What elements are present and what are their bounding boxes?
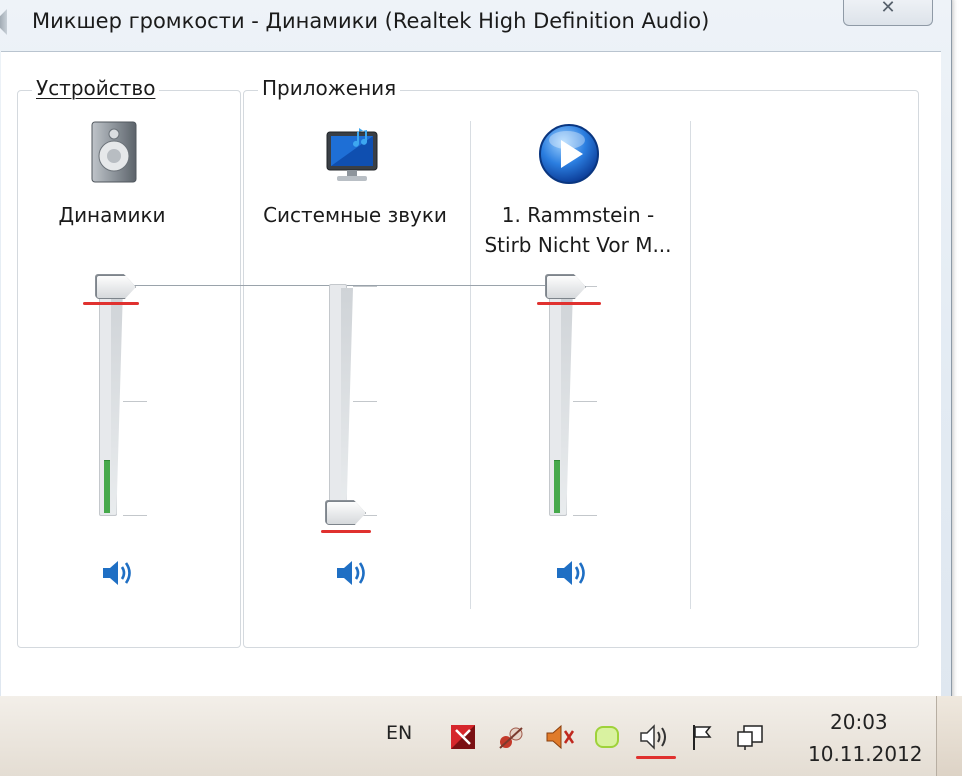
slider-track-fill: [341, 288, 353, 514]
speaker-muted-icon[interactable]: [544, 722, 576, 752]
action-center-flag-icon[interactable]: [688, 722, 718, 752]
volume-mixer-app-icon: [0, 9, 7, 35]
slider-tick: [123, 515, 147, 516]
slider-track-fill: [561, 288, 573, 514]
rammstein-mute-button[interactable]: [555, 558, 589, 588]
taskbar: EN 20:03 10.11.2012: [0, 696, 962, 776]
annotation-underline: [321, 530, 371, 533]
slider-tick: [353, 286, 377, 287]
language-indicator[interactable]: EN: [386, 722, 412, 744]
slider-tick: [123, 401, 147, 402]
window-title: Микшер громкости - Динамики (Realtek Hig…: [32, 9, 710, 33]
slider-thumb[interactable]: [546, 275, 586, 299]
volume-mixer-window: Микшер громкости - Динамики (Realtek Hig…: [0, 0, 952, 712]
channel-divider: [690, 121, 691, 609]
slider-thumb[interactable]: [326, 501, 366, 525]
slider-tick: [573, 515, 597, 516]
mixer-client-area: Устройство Приложения Динамики Системные…: [1, 51, 941, 712]
network-tool-icon[interactable]: [496, 722, 526, 752]
annotation-underline: [83, 302, 139, 305]
rammstein-channel-name-line2: Stirb Nicht Vor M...: [484, 233, 672, 257]
slider-track-fill: [111, 288, 123, 514]
peak-meter: [104, 460, 110, 513]
system-sounds-volume-slider[interactable]: [307, 274, 387, 538]
speaker-device-icon[interactable]: [89, 120, 141, 186]
peak-meter: [554, 460, 560, 513]
system-sounds-monitor-icon[interactable]: [319, 126, 385, 184]
speaker-icon: [103, 561, 131, 585]
speaker-icon: [337, 561, 365, 585]
device-channel-name: Динамики: [58, 203, 166, 227]
annotation-underline: [636, 756, 676, 759]
media-player-icon[interactable]: [537, 122, 601, 186]
green-app-icon[interactable]: [592, 722, 622, 752]
speaker-icon: [557, 561, 585, 585]
antivirus-icon[interactable]: [448, 722, 478, 752]
clock-time[interactable]: 20:03: [830, 710, 888, 734]
rammstein-channel-name-line1: 1. Rammstein -: [501, 203, 655, 227]
slider-tick: [353, 401, 377, 402]
system-sounds-mute-button[interactable]: [335, 558, 369, 588]
slider-thumb[interactable]: [96, 275, 136, 299]
device-volume-slider[interactable]: [77, 274, 157, 526]
system-sounds-channel-name: Системные звуки: [263, 203, 447, 227]
volume-icon[interactable]: [638, 722, 672, 752]
show-desktop-button[interactable]: [936, 696, 962, 776]
close-icon: ✕: [880, 0, 896, 18]
slider-tick: [573, 401, 597, 402]
clock-date[interactable]: 10.11.2012: [808, 742, 923, 766]
applications-group-label: Приложения: [258, 76, 401, 100]
network-icon[interactable]: [734, 722, 766, 752]
annotation-underline: [537, 302, 601, 305]
rammstein-volume-slider[interactable]: [527, 274, 607, 526]
device-group-label: Устройство: [32, 76, 160, 100]
device-mute-button[interactable]: [101, 558, 135, 588]
channel-divider: [470, 121, 471, 609]
close-button[interactable]: ✕: [843, 0, 933, 26]
